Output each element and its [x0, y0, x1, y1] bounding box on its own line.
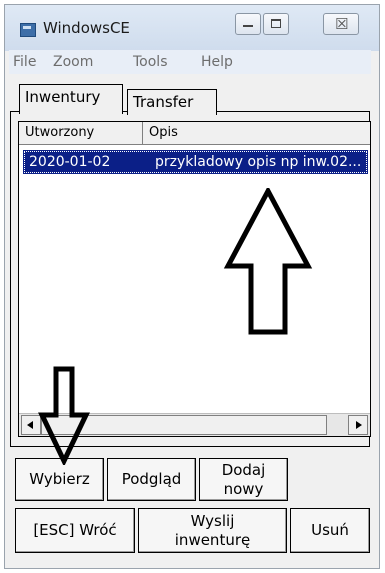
back-button[interactable]: [ESC] Wróć — [15, 508, 135, 553]
close-button[interactable]: ☒ — [323, 13, 359, 35]
menu-bar: File Zoom Tools Help — [9, 50, 371, 74]
minimize-icon — [243, 25, 253, 27]
list-item[interactable]: 2020-01-02 przykladowy opis np inw.02... — [23, 150, 368, 174]
cell-description: przykladowy opis np inw.02... — [155, 154, 362, 170]
scroll-right-button[interactable] — [348, 415, 368, 435]
maximize-button[interactable] — [263, 13, 289, 35]
list-header: Utworzony Opis — [19, 122, 370, 145]
down-arrow-annotation-icon — [38, 366, 90, 465]
select-button-label: Wybierz — [29, 470, 90, 488]
title-bar[interactable]: WindowsCE ☒ — [5, 5, 379, 51]
menu-zoom[interactable]: Zoom — [53, 54, 93, 70]
tab-inwentury[interactable]: Inwentury — [19, 84, 123, 114]
add-new-button[interactable]: Dodaj nowy — [199, 458, 288, 501]
send-inventory-button[interactable]: Wyslij inwenturę — [138, 508, 287, 553]
add-new-line1: Dodaj — [221, 460, 266, 479]
preview-button-label: Podgląd — [121, 470, 182, 488]
menu-help[interactable]: Help — [201, 54, 233, 70]
cell-created: 2020-01-02 — [29, 154, 111, 170]
send-inventory-label: Wyslij inwenturę — [175, 512, 250, 550]
close-icon: ☒ — [335, 15, 349, 33]
minimize-button[interactable] — [235, 13, 261, 35]
column-header-description[interactable]: Opis — [143, 122, 370, 144]
up-arrow-annotation-icon — [223, 188, 313, 335]
send-line1: Wyslij — [190, 511, 235, 530]
preview-button[interactable]: Podgląd — [107, 458, 196, 501]
window-title: WindowsCE — [43, 19, 130, 37]
menu-file[interactable]: File — [13, 54, 36, 70]
tab-transfer[interactable]: Transfer — [127, 89, 217, 115]
maximize-icon — [271, 19, 281, 28]
add-new-line2: nowy — [223, 479, 264, 498]
column-header-created[interactable]: Utworzony — [19, 122, 143, 144]
back-button-label: [ESC] Wróć — [33, 521, 117, 539]
send-line2: inwenturę — [174, 530, 251, 549]
delete-button-label: Usuń — [311, 521, 349, 539]
add-new-button-label: Dodaj nowy — [222, 461, 266, 499]
app-window-icon — [20, 23, 36, 37]
menu-tools[interactable]: Tools — [133, 54, 168, 70]
delete-button[interactable]: Usuń — [290, 508, 370, 553]
